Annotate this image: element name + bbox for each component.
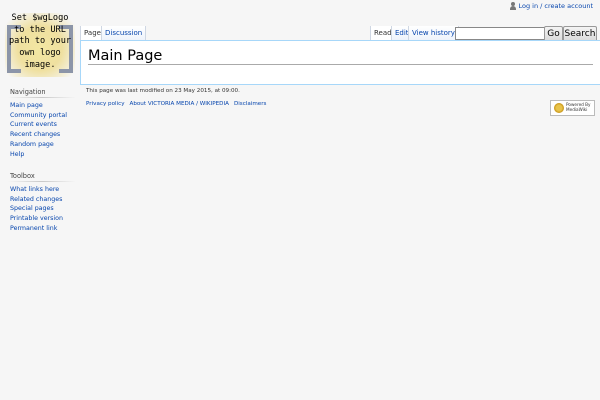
tab-read-label: Read	[374, 29, 392, 37]
sidebar-item-special-pages[interactable]: Special pages	[10, 205, 54, 212]
powered-by-mediawiki-badge[interactable]: Powered By MediaWiki	[550, 100, 595, 116]
privacy-policy-link[interactable]: Privacy policy	[86, 101, 125, 107]
toolbox-heading: Toolbox	[10, 172, 35, 180]
tab-edit-label: Edit	[395, 29, 409, 37]
sidebar-item-current-events[interactable]: Current events	[10, 121, 57, 128]
navigation-list: Main page Community portal Current event…	[10, 101, 67, 159]
last-modified-text: This page was last modified on 23 May 20…	[86, 88, 240, 94]
toolbox-list: What links here Related changes Special …	[10, 185, 63, 234]
page-title: Main Page	[88, 48, 163, 64]
tab-view-history-label: View history	[412, 29, 455, 37]
personal-tools: Log in / create account	[510, 2, 593, 10]
tab-page-label: Page	[84, 29, 101, 37]
sidebar-item-printable-version[interactable]: Printable version	[10, 215, 63, 222]
site-logo[interactable]: Set $wgLogo to the URL path to your own …	[5, 13, 75, 77]
sidebar-item-random-page[interactable]: Random page	[10, 141, 54, 148]
logo-placeholder-text: Set $wgLogo to the URL path to your own …	[8, 13, 72, 70]
toolbox-separator	[8, 181, 76, 182]
heading-rule	[88, 64, 593, 65]
sidebar-item-help[interactable]: Help	[10, 151, 24, 158]
tab-discussion[interactable]: Discussion	[101, 26, 147, 40]
content-area: Main Page	[80, 40, 600, 85]
login-link[interactable]: Log in / create account	[518, 2, 593, 10]
about-link[interactable]: About VICTORIA MEDIA / WIKIPEDIA	[130, 101, 229, 107]
sidebar-item-permanent-link[interactable]: Permanent link	[10, 225, 57, 232]
sidebar-item-main-page[interactable]: Main page	[10, 102, 43, 109]
mediawiki-sunflower-icon	[554, 103, 564, 113]
sidebar-item-what-links-here[interactable]: What links here	[10, 186, 59, 193]
sidebar-item-community-portal[interactable]: Community portal	[10, 112, 67, 119]
navigation-heading: Navigation	[10, 88, 46, 96]
footer-links: Privacy policy About VICTORIA MEDIA / WI…	[86, 101, 266, 107]
disclaimers-link[interactable]: Disclaimers	[234, 101, 267, 107]
sidebar-item-related-changes[interactable]: Related changes	[10, 196, 62, 203]
powered-by-text: Powered By MediaWiki	[566, 102, 591, 113]
tab-discussion-label: Discussion	[105, 29, 143, 37]
sidebar-item-recent-changes[interactable]: Recent changes	[10, 131, 60, 138]
user-icon	[510, 2, 517, 10]
powered-by-line2: MediaWiki	[566, 107, 588, 112]
tab-view-history[interactable]: View history	[408, 26, 459, 40]
navigation-separator	[8, 97, 76, 98]
search-input[interactable]	[455, 27, 547, 40]
